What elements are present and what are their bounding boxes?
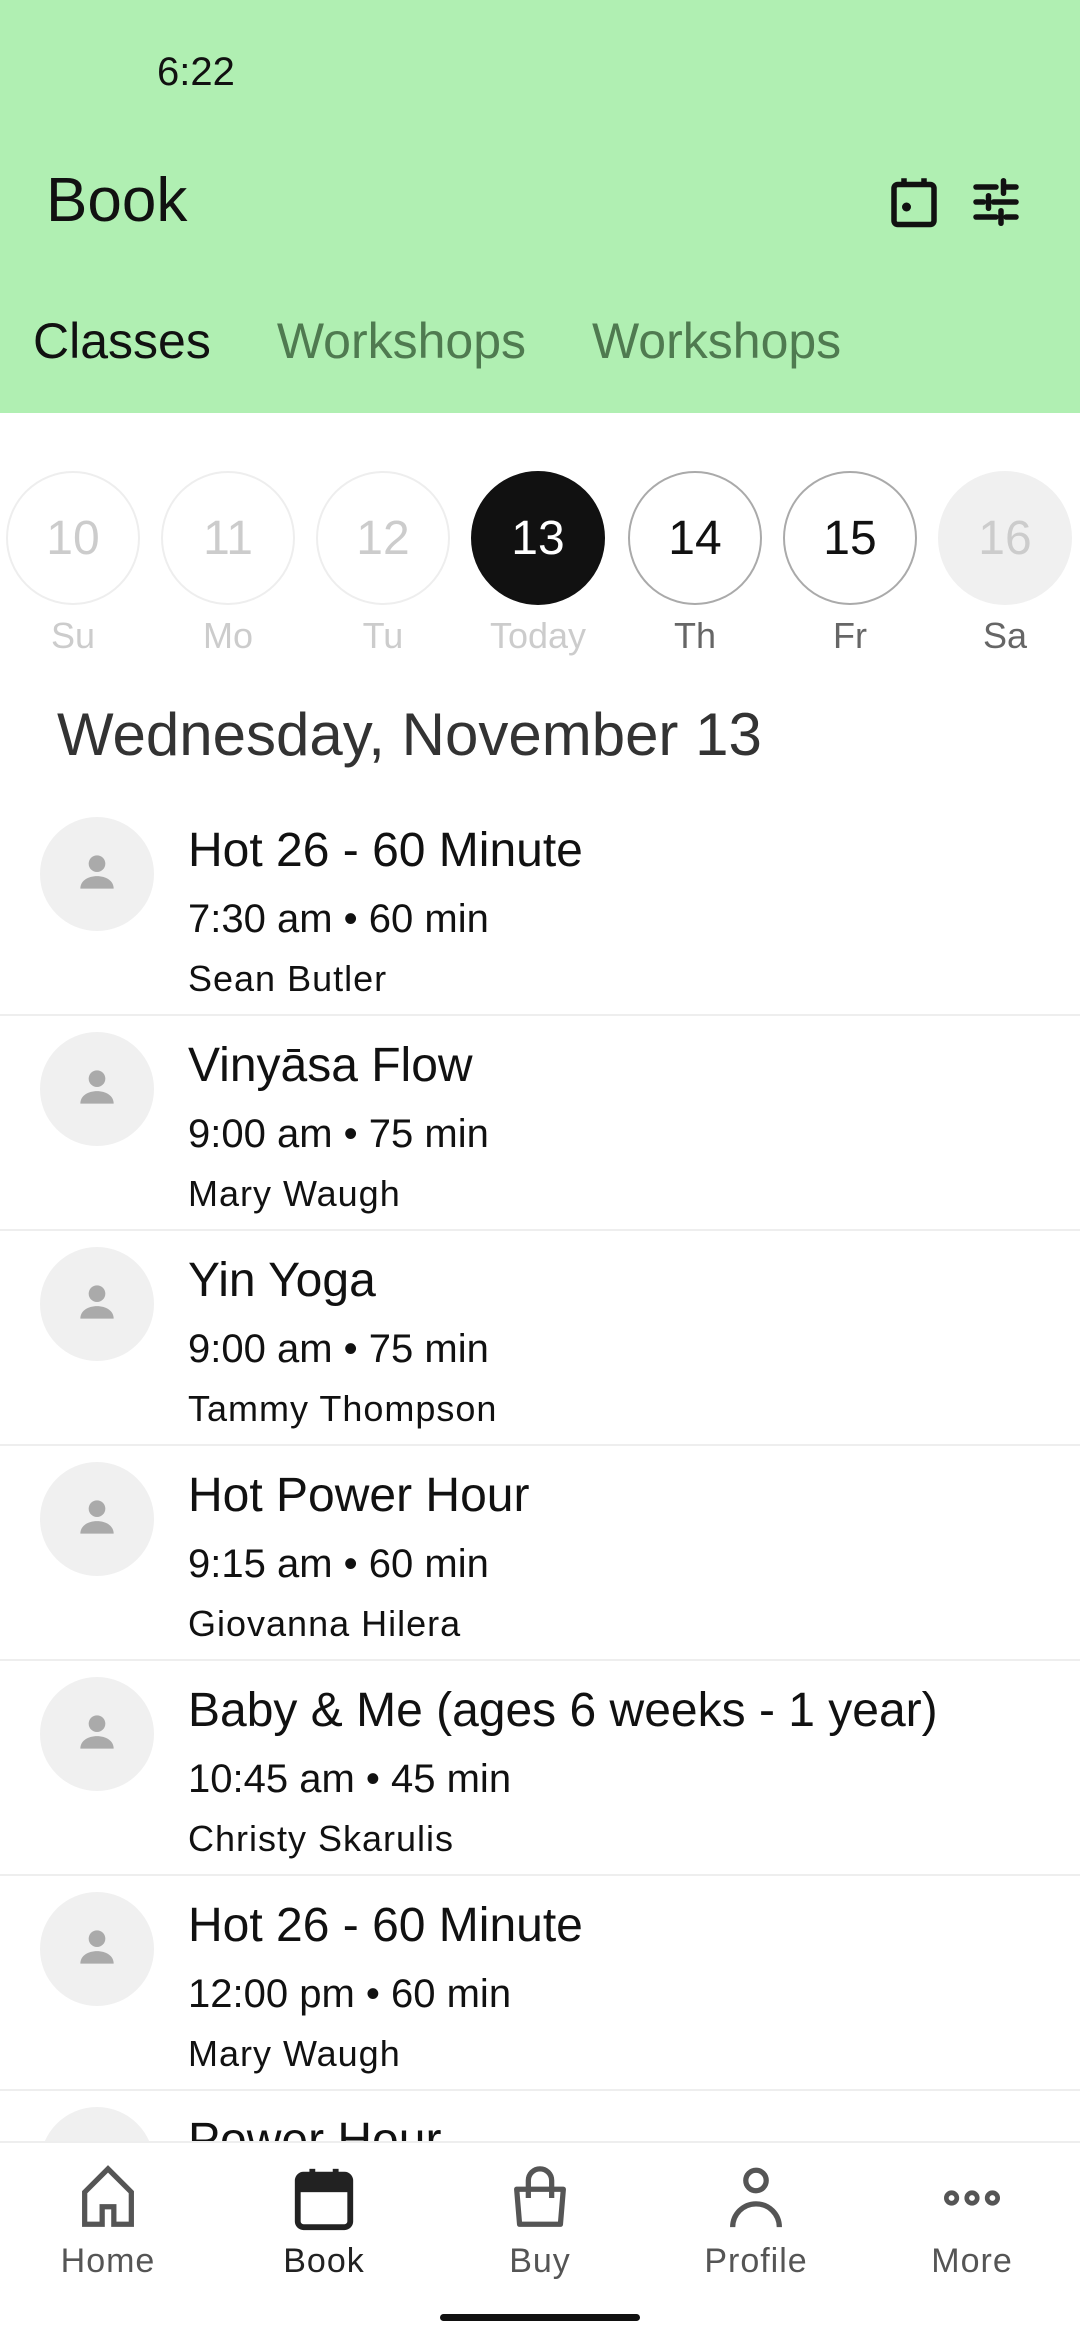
person-icon — [72, 1922, 122, 1977]
day-label: Today — [489, 615, 587, 656]
nav-more[interactable]: More — [864, 2143, 1080, 2340]
nav-label: Book — [283, 2242, 365, 2280]
class-name: Yin Yoga — [188, 1254, 376, 1307]
class-time: 12:00 pm • 60 min — [188, 1972, 512, 2016]
day-label: Su — [50, 615, 96, 656]
class-row[interactable]: Vinyāsa Flow 9:00 am • 75 min Mary Waugh — [0, 1016, 1080, 1231]
day-label: Mo — [202, 615, 253, 656]
day-number: 11 — [161, 471, 295, 605]
avatar — [40, 1892, 154, 2006]
class-instructor: Christy Skarulis — [188, 1818, 455, 1859]
class-instructor: Mary Waugh — [188, 1173, 401, 1214]
calendar-icon[interactable] — [884, 172, 944, 232]
class-row[interactable]: Hot 26 - 60 Minute 7:30 am • 60 min Sean B… — [0, 801, 1080, 1016]
class-name: Hot 26 - 60 Minute — [188, 1899, 583, 1952]
person-icon — [72, 1062, 122, 1117]
class-name: Hot 26 - 60 Minute — [188, 824, 583, 877]
filter-sliders-icon[interactable] — [966, 172, 1026, 232]
person-icon — [72, 1277, 122, 1332]
day-number: 10 — [6, 471, 140, 605]
home-indicator[interactable] — [440, 2314, 640, 2321]
day-number: 12 — [316, 471, 450, 605]
class-instructor: Giovanna Hilera — [188, 1603, 462, 1644]
tab-bar: Classes Workshops Workshops — [0, 312, 907, 370]
nav-label: More — [931, 2242, 1013, 2280]
day-label: Th — [673, 615, 716, 656]
page-title: Book — [46, 166, 188, 235]
class-time: 9:00 am • 75 min — [188, 1327, 489, 1371]
class-row[interactable]: Hot 26 - 60 Minute 12:00 pm • 60 min Mary … — [0, 1876, 1080, 2091]
nav-label: Home — [60, 2242, 156, 2280]
day-label: Fr — [833, 615, 867, 656]
day-16[interactable]: 16 Sa — [938, 471, 1072, 657]
avatar — [40, 1032, 154, 1146]
day-number: 15 — [783, 471, 917, 605]
bottom-nav: Home Book Buy Profile More — [0, 2141, 1080, 2340]
day-12[interactable]: 12 Tu — [316, 471, 450, 657]
class-row[interactable]: Yin Yoga 9:00 am • 75 min Tammy Thompson — [0, 1231, 1080, 1446]
app-header: 6:22 Book Classes Workshops Workshops — [0, 0, 1080, 413]
person-icon — [721, 2167, 791, 2237]
class-time: 9:15 am • 60 min — [188, 1542, 489, 1586]
day-label: Tu — [362, 615, 404, 656]
class-row[interactable]: Baby & Me (ages 6 weeks - 1 year) 10:45 a… — [0, 1661, 1080, 1876]
tab-workshops[interactable]: Workshops — [277, 312, 526, 370]
day-11[interactable]: 11 Mo — [161, 471, 295, 657]
day-13[interactable]: 13 Today — [471, 471, 605, 657]
class-name: Baby & Me (ages 6 weeks - 1 year) — [188, 1684, 938, 1737]
class-name: Vinyāsa Flow — [188, 1039, 473, 1092]
class-row[interactable]: Hot Power Hour 9:15 am • 60 min Giovanna H… — [0, 1446, 1080, 1661]
tab-classes[interactable]: Classes — [33, 312, 211, 370]
class-time: 7:30 am • 60 min — [188, 897, 489, 941]
class-instructor: Sean Butler — [188, 958, 388, 999]
nav-home[interactable]: Home — [0, 2143, 216, 2340]
day-number: 16 — [938, 471, 1072, 605]
person-icon — [72, 1492, 122, 1547]
class-time: 9:00 am • 75 min — [188, 1112, 489, 1156]
home-icon — [73, 2165, 143, 2237]
class-instructor: Tammy Thompson — [188, 1388, 498, 1429]
class-list: Hot 26 - 60 Minute 7:30 am • 60 min Sean B… — [0, 801, 1080, 2306]
tab-workshops-2[interactable]: Workshops — [592, 312, 841, 370]
nav-label: Buy — [509, 2242, 571, 2280]
day-10[interactable]: 10 Su — [6, 471, 140, 657]
class-time: 10:45 am • 45 min — [188, 1757, 512, 1801]
avatar — [40, 817, 154, 931]
nav-book[interactable]: Book — [216, 2143, 432, 2340]
avatar — [40, 1677, 154, 1791]
day-15[interactable]: 15 Fr — [783, 471, 917, 657]
shopping-bag-icon — [505, 2166, 575, 2237]
class-instructor: Mary Waugh — [188, 2033, 401, 2074]
person-icon — [72, 847, 122, 902]
nav-profile[interactable]: Profile — [648, 2143, 864, 2340]
date-heading: Wednesday, November 13 — [57, 701, 762, 768]
more-dots-icon — [937, 2190, 1007, 2237]
day-14[interactable]: 14 Th — [628, 471, 762, 657]
avatar — [40, 1247, 154, 1361]
person-icon — [72, 1707, 122, 1762]
avatar — [40, 1462, 154, 1576]
day-number: 14 — [628, 471, 762, 605]
nav-buy[interactable]: Buy — [432, 2143, 648, 2340]
nav-label: Profile — [704, 2242, 808, 2280]
calendar-icon — [289, 2168, 359, 2237]
day-label: Sa — [982, 615, 1028, 656]
class-name: Hot Power Hour — [188, 1469, 530, 1522]
status-time: 6:22 — [157, 50, 235, 94]
day-number: 13 — [471, 471, 605, 605]
